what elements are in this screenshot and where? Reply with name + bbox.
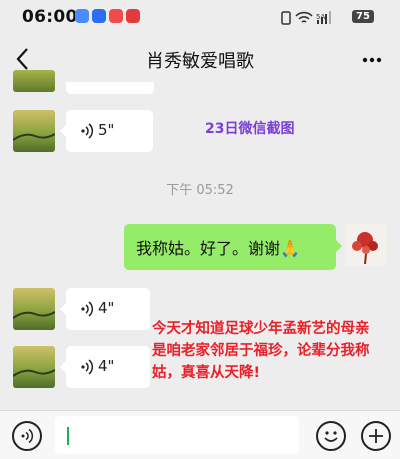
avatar[interactable]: [13, 110, 55, 152]
sent-message[interactable]: 我称姑。好了。谢谢🙏: [124, 224, 342, 270]
voice-message[interactable]: 5": [60, 110, 153, 152]
add-icon[interactable]: [361, 421, 391, 451]
text-cursor: [67, 427, 69, 445]
status-time: 06:00: [22, 7, 78, 27]
caption-overlay: 今天才知道足球少年孟新艺的母亲是咱老家邻居于福珍，论辈分我称姑，真喜从天降!: [152, 321, 370, 381]
notification-icon: [92, 9, 106, 23]
svg-text:5A: 5A: [316, 13, 325, 21]
notification-icon: [109, 9, 123, 23]
emoji: 🙏: [280, 239, 300, 258]
message-input[interactable]: [55, 416, 299, 454]
voice-message[interactable]: 4": [60, 288, 150, 330]
voice-duration: 4": [98, 357, 115, 375]
avatar[interactable]: [13, 70, 55, 92]
voice-message[interactable]: 4": [60, 346, 150, 388]
my-avatar[interactable]: [345, 224, 387, 266]
avatar[interactable]: [13, 346, 55, 388]
chat-title: 肖秀敏爱唱歌: [146, 51, 254, 72]
notification-icon: [126, 9, 140, 23]
voice-wave-icon: [81, 123, 94, 139]
voice-mode-icon[interactable]: [12, 421, 42, 451]
voice-duration: 4": [98, 299, 115, 317]
battery-icon: 75: [352, 10, 374, 23]
message-bubble[interactable]: [66, 82, 154, 94]
emoji-icon[interactable]: [316, 421, 346, 451]
message-timestamp: 下午 05:52: [166, 183, 234, 198]
voice-duration: 5": [98, 121, 115, 139]
voice-wave-icon: [81, 301, 94, 317]
signal-wifi-icon: 5A: [281, 11, 331, 25]
avatar[interactable]: [13, 288, 55, 330]
voice-wave-icon: [81, 359, 94, 375]
sent-message-text: 我称姑。好了。谢谢: [136, 239, 281, 258]
more-icon[interactable]: [360, 50, 384, 70]
notification-icon: [75, 9, 89, 23]
overlay-label: 23日微信截图: [205, 121, 295, 137]
